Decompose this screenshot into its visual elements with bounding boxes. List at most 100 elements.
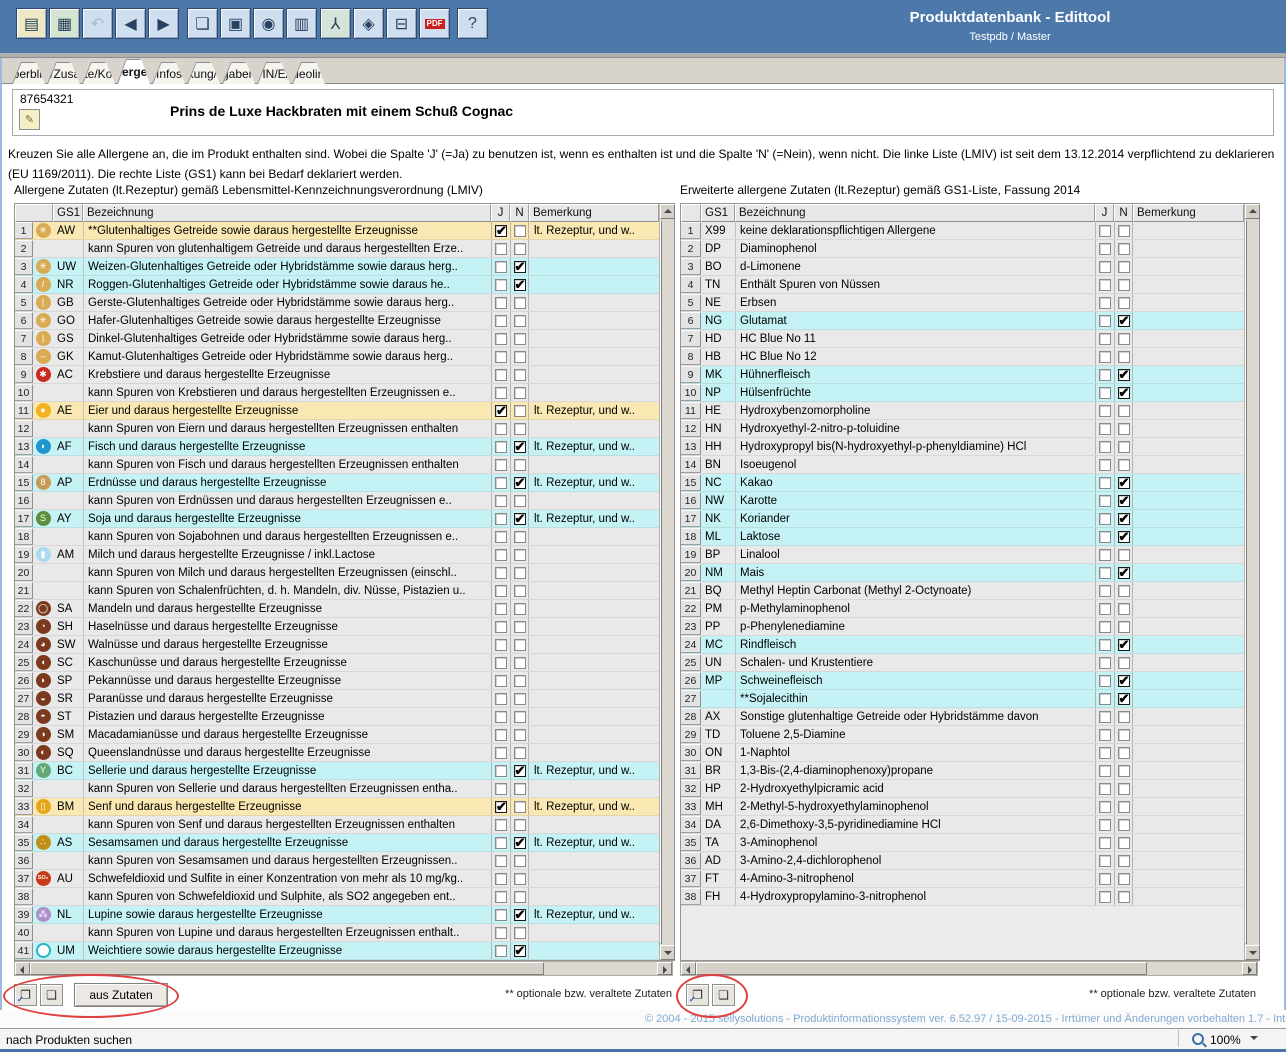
checkbox-n[interactable] [1118, 531, 1130, 543]
table-row[interactable]: 23PPp-Phenylenediamine [681, 618, 1259, 636]
checkbox-n[interactable] [514, 297, 526, 309]
table-row[interactable]: 36kann Spuren von Sesamsamen und daraus … [15, 852, 674, 870]
checkbox-n[interactable] [514, 405, 526, 417]
checkbox-j[interactable] [1099, 495, 1111, 507]
checkbox-n[interactable] [514, 711, 526, 723]
checkbox-j[interactable] [1099, 693, 1111, 705]
table-row[interactable]: 19BPLinalool [681, 546, 1259, 564]
checkbox-j[interactable] [495, 369, 507, 381]
checkbox-n[interactable] [1118, 603, 1130, 615]
left-table-hscrollbar[interactable] [14, 961, 673, 976]
table-row[interactable]: 24MCRindfleisch [681, 636, 1259, 654]
table-row[interactable]: 27**Sojalecithin [681, 690, 1259, 708]
scrollbar-thumb[interactable] [696, 962, 1147, 975]
checkbox-n[interactable] [1118, 765, 1130, 777]
checkbox-n[interactable] [1118, 459, 1130, 471]
table-row[interactable]: 28◓STPistazien und daraus hergestellte E… [15, 708, 674, 726]
checkbox-n[interactable] [514, 657, 526, 669]
checkbox-j[interactable] [1099, 405, 1111, 417]
checkbox-j[interactable] [495, 531, 507, 543]
table-row[interactable]: 6✳GOHafer-Glutenhaltiges Getreide sowie … [15, 312, 674, 330]
checkbox-n[interactable] [1118, 711, 1130, 723]
checkbox-n[interactable] [514, 513, 526, 525]
checkbox-n[interactable] [514, 279, 526, 291]
checkbox-j[interactable] [495, 387, 507, 399]
tab-videolinks[interactable]: Videolinks [292, 62, 324, 84]
scroll-right-button[interactable] [1242, 962, 1257, 975]
table-row[interactable]: 39⁂NLLupine sowie daraus hergestellte Er… [15, 906, 674, 924]
table-row[interactable]: 10kann Spuren von Krebstieren und daraus… [15, 384, 674, 402]
table-row[interactable]: 35∴ASSesamsamen und daraus hergestellte … [15, 834, 674, 852]
column-header[interactable] [681, 204, 701, 222]
table-row[interactable]: 17NKKoriander [681, 510, 1259, 528]
checkbox-j[interactable] [495, 459, 507, 471]
tab-allergene[interactable]: Allergene [117, 59, 149, 84]
checkbox-j[interactable] [495, 837, 507, 849]
checkbox-j[interactable] [495, 225, 507, 237]
column-header[interactable]: J [1095, 204, 1114, 222]
checkbox-n[interactable] [514, 243, 526, 255]
checkbox-n[interactable] [514, 747, 526, 759]
checkbox-j[interactable] [1099, 261, 1111, 273]
table-row[interactable]: 11HEHydroxybenzomorpholine [681, 402, 1259, 420]
table-row[interactable]: 4/NRRoggen-Glutenhaltiges Getreide oder … [15, 276, 674, 294]
table-row[interactable]: 37SO₂AUSchwefeldioxid und Sulfite in ein… [15, 870, 674, 888]
tab-nährwerte-kostformen[interactable]: Nährwerte/Kostformen [82, 62, 114, 84]
table-row[interactable]: 7HDHC Blue No 11 [681, 330, 1259, 348]
checkbox-n[interactable] [1118, 225, 1130, 237]
save-button[interactable]: ▣ [220, 8, 251, 39]
checkbox-n[interactable] [1118, 675, 1130, 687]
checkbox-j[interactable] [1099, 477, 1111, 489]
table-row[interactable]: 3BOd-Limonene [681, 258, 1259, 276]
checkbox-j[interactable] [1099, 657, 1111, 669]
checkbox-n[interactable] [1118, 279, 1130, 291]
checkbox-j[interactable] [1099, 459, 1111, 471]
checkbox-j[interactable] [495, 567, 507, 579]
table-row[interactable]: 18kann Spuren von Sojabohnen und daraus … [15, 528, 674, 546]
table-view-button[interactable]: ▦ [49, 8, 80, 39]
checkbox-n[interactable] [514, 531, 526, 543]
back-button[interactable]: ◀ [115, 8, 146, 39]
checkbox-j[interactable] [1099, 279, 1111, 291]
tab-infos[interactable]: Infos [152, 62, 184, 84]
checkbox-j[interactable] [495, 297, 507, 309]
checkbox-j[interactable] [495, 549, 507, 561]
table-row[interactable]: 6NGGlutamat [681, 312, 1259, 330]
checkbox-j[interactable] [1099, 315, 1111, 327]
checkbox-n[interactable] [514, 495, 526, 507]
checkbox-n[interactable] [1118, 297, 1130, 309]
table-row[interactable]: 8HBHC Blue No 12 [681, 348, 1259, 366]
table-row[interactable]: 5|GBGerste-Glutenhaltiges Getreide oder … [15, 294, 674, 312]
checkbox-j[interactable] [1099, 585, 1111, 597]
checkbox-j[interactable] [495, 693, 507, 705]
checkbox-j[interactable] [495, 801, 507, 813]
checkbox-j[interactable] [495, 675, 507, 687]
checkbox-j[interactable] [1099, 621, 1111, 633]
checkbox-n[interactable] [514, 909, 526, 921]
table-row[interactable]: 10NPHülsenfrüchte [681, 384, 1259, 402]
pdf-export-button[interactable]: PDF [419, 8, 450, 39]
checkbox-n[interactable] [1118, 387, 1130, 399]
checkbox-n[interactable] [514, 729, 526, 741]
checkbox-j[interactable] [1099, 225, 1111, 237]
table-row[interactable]: 33MH2-Methyl-5-hydroxyethylaminophenol [681, 798, 1259, 816]
checkbox-n[interactable] [514, 621, 526, 633]
checkbox-j[interactable] [1099, 513, 1111, 525]
tab-gtin-ean[interactable]: GTIN/EAN [257, 62, 289, 84]
table-row[interactable]: 9MKHühnerfleisch [681, 366, 1259, 384]
table-row[interactable]: 34kann Spuren von Senf und daraus herges… [15, 816, 674, 834]
table-row[interactable]: 26MPSchweinefleisch [681, 672, 1259, 690]
checkbox-j[interactable] [495, 477, 507, 489]
table-row[interactable]: 28AXSonstige glutenhaltige Getreide oder… [681, 708, 1259, 726]
checkbox-n[interactable] [514, 459, 526, 471]
checkbox-j[interactable] [1099, 783, 1111, 795]
checkbox-n[interactable] [514, 801, 526, 813]
checkbox-n[interactable] [1118, 315, 1130, 327]
checkbox-j[interactable] [1099, 333, 1111, 345]
table-row[interactable]: 16NWKarotte [681, 492, 1259, 510]
checkbox-j[interactable] [495, 729, 507, 741]
table-row[interactable]: 12kann Spuren von Eiern und daraus herge… [15, 420, 674, 438]
zoom-level[interactable]: 100% [1210, 1033, 1241, 1047]
forward-button[interactable]: ▶ [148, 8, 179, 39]
checkbox-j[interactable] [495, 315, 507, 327]
